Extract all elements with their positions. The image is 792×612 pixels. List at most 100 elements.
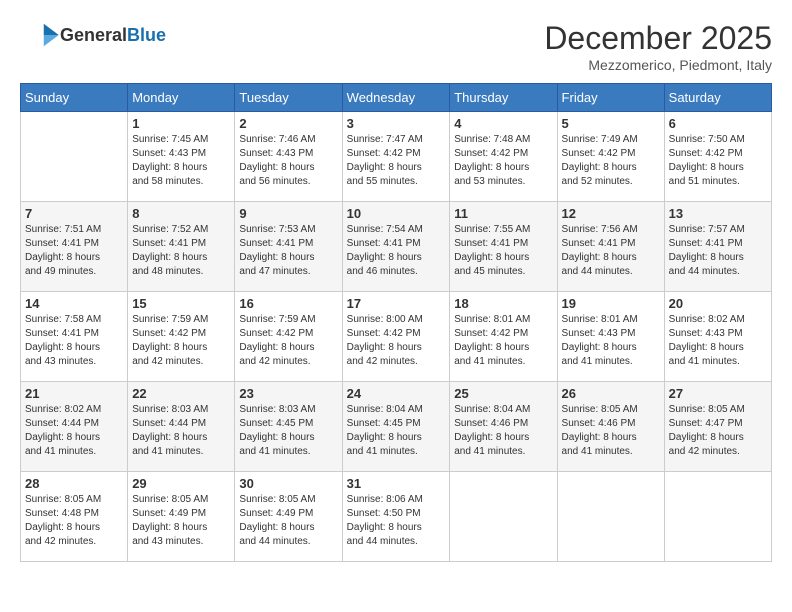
calendar-cell: 9Sunrise: 7:53 AM Sunset: 4:41 PM Daylig… <box>235 202 342 292</box>
day-number: 27 <box>669 386 767 401</box>
logo-icon <box>20 20 60 50</box>
day-number: 29 <box>132 476 230 491</box>
col-friday: Friday <box>557 84 664 112</box>
calendar-cell: 28Sunrise: 8:05 AM Sunset: 4:48 PM Dayli… <box>21 472 128 562</box>
cell-info: Sunrise: 8:05 AM Sunset: 4:47 PM Dayligh… <box>669 403 767 459</box>
cell-info: Sunrise: 7:55 AM Sunset: 4:41 PM Dayligh… <box>454 223 552 279</box>
day-number: 2 <box>239 116 337 131</box>
calendar-cell: 6 Sunrise: 7:50 AM Sunset: 4:42 PM Daylig… <box>664 112 771 202</box>
day-number: 10 <box>347 206 446 221</box>
calendar-cell <box>450 472 557 562</box>
calendar-cell: 27 Sunrise: 8:05 AM Sunset: 4:47 PM Dayli… <box>664 382 771 472</box>
calendar-cell: 4Sunrise: 7:48 AM Sunset: 4:42 PM Daylig… <box>450 112 557 202</box>
day-number: 3 <box>347 116 446 131</box>
cell-info: Sunrise: 8:01 AM Sunset: 4:42 PM Dayligh… <box>454 313 552 369</box>
cell-info: Sunrise: 8:06 AM Sunset: 4:50 PM Dayligh… <box>347 493 446 549</box>
day-number: 11 <box>454 206 552 221</box>
calendar-cell: 30Sunrise: 8:05 AM Sunset: 4:49 PM Dayli… <box>235 472 342 562</box>
page-header: GeneralBlue December 2025 Mezzomerico, P… <box>20 20 772 73</box>
calendar-cell: 10 Sunrise: 7:54 AM Sunset: 4:41 PM Dayli… <box>342 202 450 292</box>
cell-info: Sunrise: 8:00 AM Sunset: 4:42 PM Dayligh… <box>347 313 446 369</box>
cell-info: Sunrise: 8:05 AM Sunset: 4:49 PM Dayligh… <box>132 493 230 549</box>
calendar-cell: 17 Sunrise: 8:00 AM Sunset: 4:42 PM Dayli… <box>342 292 450 382</box>
cell-info: Sunrise: 8:02 AM Sunset: 4:43 PM Dayligh… <box>669 313 767 369</box>
logo: GeneralBlue <box>20 20 166 50</box>
cell-info: Sunrise: 7:58 AM Sunset: 4:41 PM Dayligh… <box>25 313 123 369</box>
calendar-cell: 16Sunrise: 7:59 AM Sunset: 4:42 PM Dayli… <box>235 292 342 382</box>
calendar-cell: 12 Sunrise: 7:56 AM Sunset: 4:41 PM Dayli… <box>557 202 664 292</box>
cell-info: Sunrise: 8:02 AM Sunset: 4:44 PM Dayligh… <box>25 403 123 459</box>
day-number: 8 <box>132 206 230 221</box>
calendar-cell: 15 Sunrise: 7:59 AM Sunset: 4:42 PM Dayli… <box>128 292 235 382</box>
col-monday: Monday <box>128 84 235 112</box>
cell-info: Sunrise: 7:52 AM Sunset: 4:41 PM Dayligh… <box>132 223 230 279</box>
day-number: 20 <box>669 296 767 311</box>
location: Mezzomerico, Piedmont, Italy <box>544 57 772 73</box>
calendar-header-row: Sunday Monday Tuesday Wednesday Thursday… <box>21 84 772 112</box>
cell-info: Sunrise: 7:59 AM Sunset: 4:42 PM Dayligh… <box>239 313 337 369</box>
cell-info: Sunrise: 7:53 AM Sunset: 4:41 PM Dayligh… <box>239 223 337 279</box>
day-number: 15 <box>132 296 230 311</box>
col-tuesday: Tuesday <box>235 84 342 112</box>
day-number: 13 <box>669 206 767 221</box>
col-saturday: Saturday <box>664 84 771 112</box>
day-number: 19 <box>562 296 660 311</box>
calendar-cell: 25Sunrise: 8:04 AM Sunset: 4:46 PM Dayli… <box>450 382 557 472</box>
day-number: 23 <box>239 386 337 401</box>
calendar-cell: 21 Sunrise: 8:02 AM Sunset: 4:44 PM Dayli… <box>21 382 128 472</box>
cell-info: Sunrise: 7:54 AM Sunset: 4:41 PM Dayligh… <box>347 223 446 279</box>
day-number: 18 <box>454 296 552 311</box>
calendar-cell: 8 Sunrise: 7:52 AM Sunset: 4:41 PM Daylig… <box>128 202 235 292</box>
cell-info: Sunrise: 8:05 AM Sunset: 4:46 PM Dayligh… <box>562 403 660 459</box>
calendar-cell: 11 Sunrise: 7:55 AM Sunset: 4:41 PM Dayli… <box>450 202 557 292</box>
day-number: 30 <box>239 476 337 491</box>
day-number: 21 <box>25 386 123 401</box>
cell-info: Sunrise: 8:01 AM Sunset: 4:43 PM Dayligh… <box>562 313 660 369</box>
calendar-cell: 18 Sunrise: 8:01 AM Sunset: 4:42 PM Dayli… <box>450 292 557 382</box>
col-wednesday: Wednesday <box>342 84 450 112</box>
day-number: 7 <box>25 206 123 221</box>
day-number: 17 <box>347 296 446 311</box>
cell-info: Sunrise: 7:56 AM Sunset: 4:41 PM Dayligh… <box>562 223 660 279</box>
logo-blue: Blue <box>127 25 166 45</box>
calendar-cell: 26 Sunrise: 8:05 AM Sunset: 4:46 PM Dayli… <box>557 382 664 472</box>
cell-info: Sunrise: 8:04 AM Sunset: 4:45 PM Dayligh… <box>347 403 446 459</box>
calendar-week-row: 21 Sunrise: 8:02 AM Sunset: 4:44 PM Dayli… <box>21 382 772 472</box>
col-thursday: Thursday <box>450 84 557 112</box>
day-number: 31 <box>347 476 446 491</box>
day-number: 12 <box>562 206 660 221</box>
calendar-cell: 2Sunrise: 7:46 AM Sunset: 4:43 PM Daylig… <box>235 112 342 202</box>
day-number: 5 <box>562 116 660 131</box>
day-number: 14 <box>25 296 123 311</box>
cell-info: Sunrise: 8:04 AM Sunset: 4:46 PM Dayligh… <box>454 403 552 459</box>
calendar-cell: 19 Sunrise: 8:01 AM Sunset: 4:43 PM Dayli… <box>557 292 664 382</box>
calendar-cell <box>557 472 664 562</box>
calendar-table: Sunday Monday Tuesday Wednesday Thursday… <box>20 83 772 562</box>
calendar-cell: 5 Sunrise: 7:49 AM Sunset: 4:42 PM Daylig… <box>557 112 664 202</box>
calendar-cell: 23 Sunrise: 8:03 AM Sunset: 4:45 PM Dayli… <box>235 382 342 472</box>
col-sunday: Sunday <box>21 84 128 112</box>
calendar-cell: 7 Sunrise: 7:51 AM Sunset: 4:41 PM Daylig… <box>21 202 128 292</box>
cell-info: Sunrise: 7:50 AM Sunset: 4:42 PM Dayligh… <box>669 133 767 189</box>
cell-info: Sunrise: 8:05 AM Sunset: 4:48 PM Dayligh… <box>25 493 123 549</box>
cell-info: Sunrise: 7:59 AM Sunset: 4:42 PM Dayligh… <box>132 313 230 369</box>
cell-info: Sunrise: 7:51 AM Sunset: 4:41 PM Dayligh… <box>25 223 123 279</box>
calendar-cell <box>664 472 771 562</box>
day-number: 6 <box>669 116 767 131</box>
calendar-cell: 24Sunrise: 8:04 AM Sunset: 4:45 PM Dayli… <box>342 382 450 472</box>
calendar-cell <box>21 112 128 202</box>
day-number: 22 <box>132 386 230 401</box>
calendar-cell: 1Sunrise: 7:45 AM Sunset: 4:43 PM Daylig… <box>128 112 235 202</box>
calendar-cell: 20 Sunrise: 8:02 AM Sunset: 4:43 PM Dayli… <box>664 292 771 382</box>
cell-info: Sunrise: 7:49 AM Sunset: 4:42 PM Dayligh… <box>562 133 660 189</box>
logo-general: General <box>60 25 127 45</box>
calendar-cell: 29 Sunrise: 8:05 AM Sunset: 4:49 PM Dayli… <box>128 472 235 562</box>
calendar-cell: 31 Sunrise: 8:06 AM Sunset: 4:50 PM Dayli… <box>342 472 450 562</box>
day-number: 26 <box>562 386 660 401</box>
calendar-cell: 14 Sunrise: 7:58 AM Sunset: 4:41 PM Dayli… <box>21 292 128 382</box>
cell-info: Sunrise: 7:45 AM Sunset: 4:43 PM Dayligh… <box>132 133 230 189</box>
month-title: December 2025 <box>544 20 772 57</box>
cell-info: Sunrise: 8:03 AM Sunset: 4:45 PM Dayligh… <box>239 403 337 459</box>
cell-info: Sunrise: 7:47 AM Sunset: 4:42 PM Dayligh… <box>347 133 446 189</box>
day-number: 4 <box>454 116 552 131</box>
